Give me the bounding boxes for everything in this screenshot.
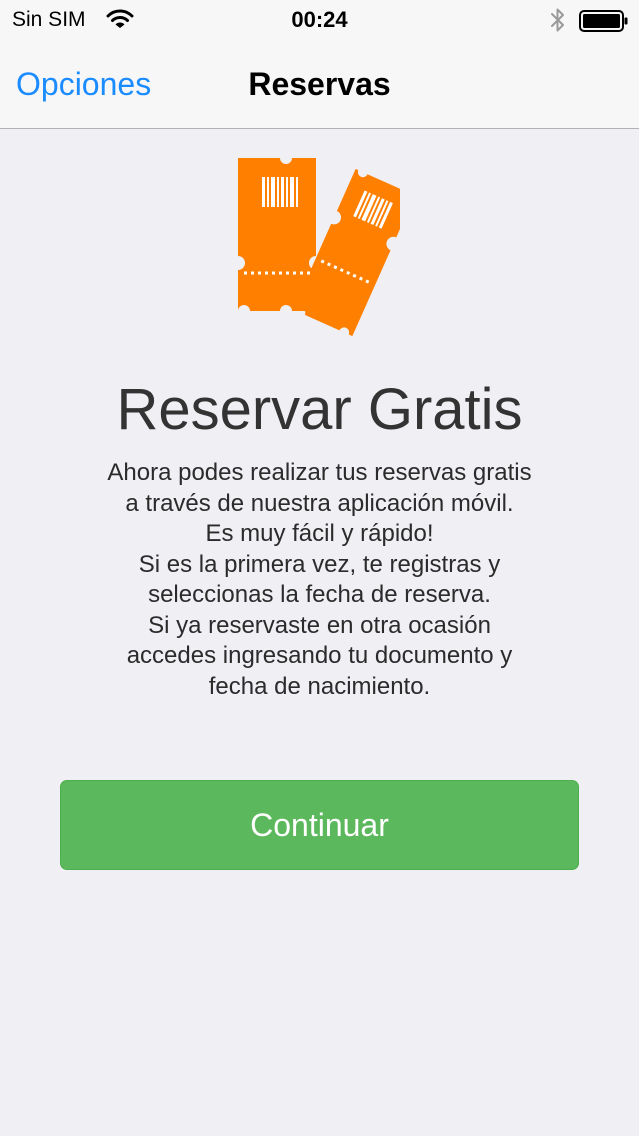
description-line: Si es la primera vez, te registras y [138, 550, 501, 578]
reservar-gratis-heading: Reservar Gratis [116, 377, 523, 442]
description-text: Ahora podes realizar tus reservas gratis… [30, 458, 609, 702]
status-time: 00:24 [291, 7, 348, 32]
description-line: Si ya reservaste en otra ocasión [148, 611, 491, 639]
description-line: Es muy fácil y rápido! [205, 520, 434, 547]
tickets-icon [238, 158, 400, 337]
description-line: a través de nuestra aplicación móvil. [125, 489, 514, 517]
description-line: accedes ingresando tu documento y [126, 642, 513, 669]
description-line: seleccionas la fecha de reserva. [148, 581, 491, 608]
status-bar: Sin SIM 00:24 [0, 0, 639, 40]
page-title: Reservas [248, 66, 391, 102]
description-line: fecha de nacimiento. [208, 672, 431, 700]
bluetooth-icon [551, 8, 564, 32]
description-line: Ahora podes realizar tus reservas gratis [107, 459, 532, 486]
continue-button[interactable]: Continuar [60, 780, 579, 870]
battery-icon [579, 10, 628, 32]
navigation-bar: Opciones Reservas [0, 40, 639, 129]
